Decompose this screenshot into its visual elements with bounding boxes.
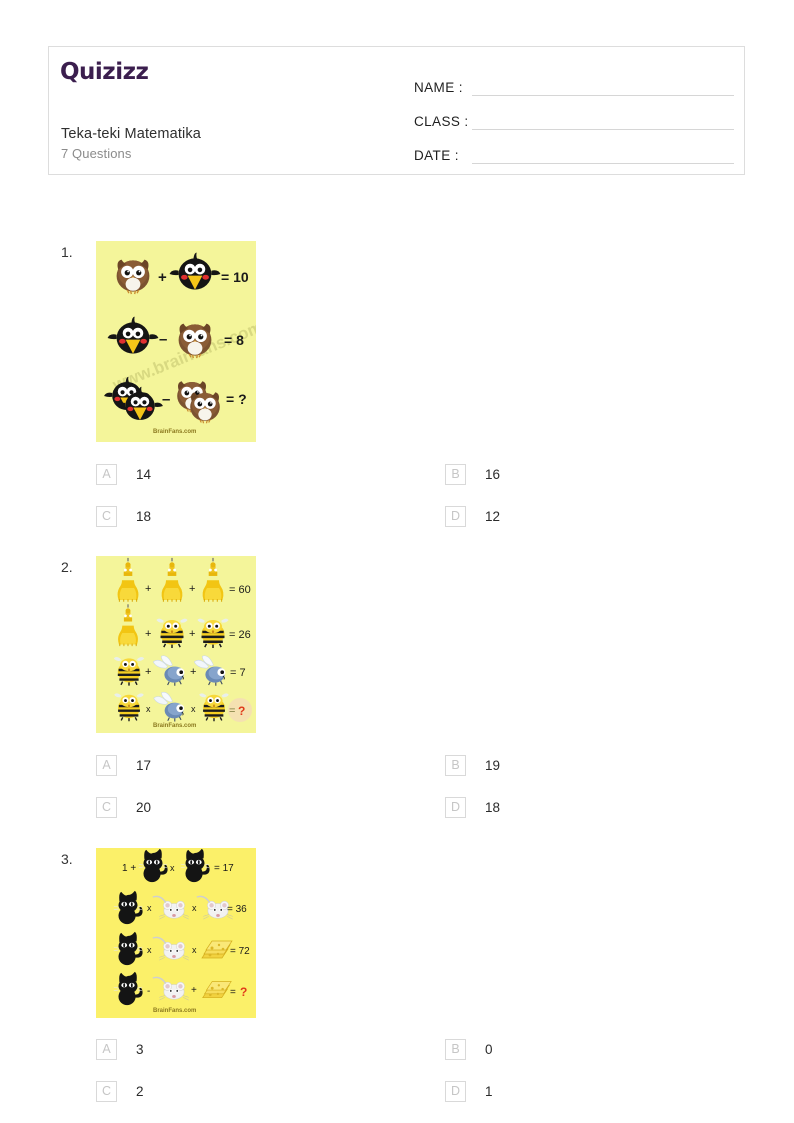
option-text: 3 xyxy=(136,1041,144,1057)
option-letter: D xyxy=(445,505,466,527)
svg-text:BrainFans.com: BrainFans.com xyxy=(153,1008,196,1014)
svg-text:= 10: = 10 xyxy=(221,269,249,285)
option-letter: B xyxy=(445,1038,466,1060)
svg-text:= 8: = 8 xyxy=(224,332,244,348)
question-2-option-b[interactable]: B 19 xyxy=(445,754,500,776)
question-1-number: 1. xyxy=(61,244,73,260)
question-2-number: 2. xyxy=(61,559,73,575)
bee-fly-jar-math-puzzle-graphic: + + = 60 + + = 26 + + = 7 x x = ? BrainF… xyxy=(96,556,256,733)
option-text: 19 xyxy=(485,757,501,773)
option-text: 20 xyxy=(136,799,152,815)
option-letter: D xyxy=(445,1080,466,1102)
option-letter: C xyxy=(96,796,117,818)
svg-text:x: x xyxy=(147,945,152,955)
svg-text:–: – xyxy=(159,331,167,348)
class-input[interactable] xyxy=(472,129,734,130)
option-letter: B xyxy=(445,754,466,776)
option-letter: A xyxy=(96,754,117,776)
question-count: 7 Questions xyxy=(61,146,132,161)
question-3-option-b[interactable]: B 0 xyxy=(445,1038,493,1060)
svg-text:=: = xyxy=(230,987,236,998)
question-2-option-d[interactable]: D 18 xyxy=(445,796,500,818)
option-text: 18 xyxy=(136,508,152,524)
question-1-image: www.brainfans.com + = 10 – = 8 – = ? Bra… xyxy=(96,241,256,442)
option-letter: C xyxy=(96,1080,117,1102)
name-field-row: NAME : xyxy=(414,64,734,98)
svg-text:x: x xyxy=(146,704,151,714)
option-letter: C xyxy=(96,505,117,527)
question-2-option-c[interactable]: C 20 xyxy=(96,796,151,818)
svg-text:+: + xyxy=(190,666,196,678)
svg-text:= 36: = 36 xyxy=(227,904,247,915)
question-2-image: + + = 60 + + = 26 + + = 7 x x = ? BrainF… xyxy=(96,556,256,733)
name-input[interactable] xyxy=(472,95,734,96)
svg-text:= 26: = 26 xyxy=(229,629,251,641)
svg-text:1 +: 1 + xyxy=(122,863,136,874)
question-1-option-c[interactable]: C 18 xyxy=(96,505,151,527)
question-1-option-d[interactable]: D 12 xyxy=(445,505,500,527)
option-text: 0 xyxy=(485,1041,493,1057)
svg-text:+: + xyxy=(189,628,195,640)
svg-text:+: + xyxy=(145,666,151,678)
svg-text:-: - xyxy=(147,986,150,997)
svg-text:x: x xyxy=(170,863,175,873)
svg-text:=: = xyxy=(229,705,235,717)
svg-text:?: ? xyxy=(238,704,245,718)
quizizz-logo: Quizizz xyxy=(60,59,149,85)
option-letter: A xyxy=(96,463,117,485)
owl-crow-math-puzzle-graphic: www.brainfans.com + = 10 – = 8 – = ? Bra… xyxy=(96,241,256,442)
question-1-option-a[interactable]: A 14 xyxy=(96,463,151,485)
svg-text:BrainFans.com: BrainFans.com xyxy=(153,723,196,729)
option-text: 2 xyxy=(136,1083,144,1099)
worksheet-page: Quizizz Teka-teki Matematika 7 Questions… xyxy=(0,0,794,1123)
question-1-option-b[interactable]: B 16 xyxy=(445,463,500,485)
question-2-option-a[interactable]: A 17 xyxy=(96,754,151,776)
worksheet-header: Quizizz Teka-teki Matematika 7 Questions… xyxy=(48,46,745,175)
page-title: Teka-teki Matematika xyxy=(61,126,201,142)
class-label: CLASS : xyxy=(414,114,469,129)
option-text: 14 xyxy=(136,466,152,482)
svg-text:x: x xyxy=(192,945,197,955)
class-field-row: CLASS : xyxy=(414,98,734,132)
option-letter: A xyxy=(96,1038,117,1060)
svg-text:?: ? xyxy=(240,985,247,999)
date-label: DATE : xyxy=(414,148,459,163)
svg-text:+: + xyxy=(189,583,195,595)
date-field-row: DATE : xyxy=(414,132,734,166)
option-text: 16 xyxy=(485,466,501,482)
svg-text:+: + xyxy=(145,628,151,640)
svg-text:= 72: = 72 xyxy=(230,946,250,957)
question-3-option-d[interactable]: D 1 xyxy=(445,1080,493,1102)
cat-mouse-cheese-math-puzzle-graphic: 1 + x = 17 x x = 36 x x = 72 - + = ? Bra… xyxy=(96,848,256,1018)
svg-text:x: x xyxy=(192,903,197,913)
question-3-image: 1 + x = 17 x x = 36 x x = 72 - + = ? Bra… xyxy=(96,848,256,1018)
svg-text:= 17: = 17 xyxy=(214,863,234,874)
option-text: 1 xyxy=(485,1083,493,1099)
svg-text:x: x xyxy=(191,704,196,714)
option-text: 18 xyxy=(485,799,501,815)
option-letter: B xyxy=(445,463,466,485)
option-text: 12 xyxy=(485,508,501,524)
name-label: NAME : xyxy=(414,80,463,95)
svg-text:= 60: = 60 xyxy=(229,584,251,596)
svg-text:–: – xyxy=(162,391,170,408)
question-3-option-a[interactable]: A 3 xyxy=(96,1038,144,1060)
question-3-option-c[interactable]: C 2 xyxy=(96,1080,144,1102)
svg-text:+: + xyxy=(158,269,167,286)
option-text: 17 xyxy=(136,757,152,773)
svg-text:= 7: = 7 xyxy=(230,667,246,679)
question-3-number: 3. xyxy=(61,851,73,867)
student-info-fields: NAME : CLASS : DATE : xyxy=(414,64,734,166)
option-letter: D xyxy=(445,796,466,818)
svg-text:x: x xyxy=(147,903,152,913)
svg-text:+: + xyxy=(191,985,197,996)
svg-text:+: + xyxy=(145,583,151,595)
svg-text:= ?: = ? xyxy=(226,391,247,407)
svg-text:BrainFans.com: BrainFans.com xyxy=(153,429,196,435)
date-input[interactable] xyxy=(472,163,734,164)
